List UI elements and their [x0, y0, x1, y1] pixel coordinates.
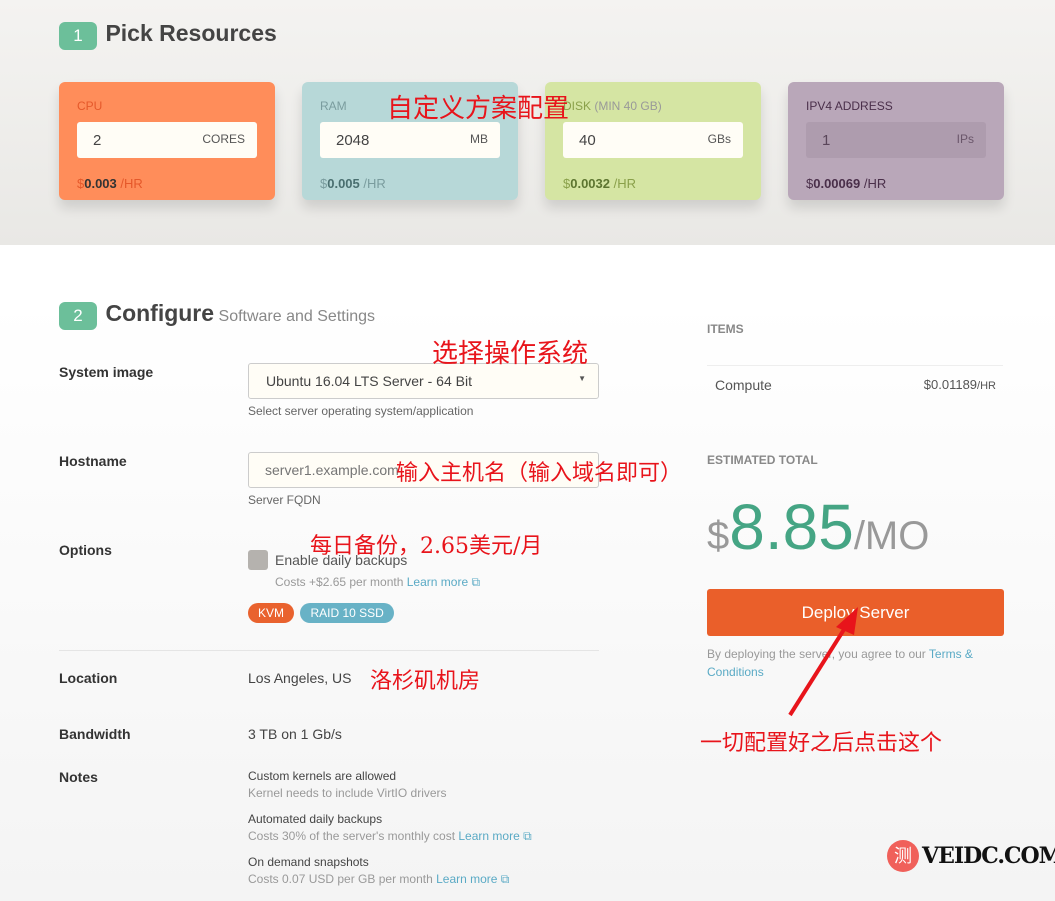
- note-desc: Costs 30% of the server's monthly cost L…: [248, 829, 532, 843]
- section-title: Pick Resources: [105, 20, 277, 46]
- card-label: IPV4 ADDRESS: [806, 99, 893, 113]
- learn-more-link[interactable]: Learn more: [407, 575, 468, 589]
- kvm-badge: KVM: [248, 603, 295, 623]
- cpu-price: $0.003 /HR: [77, 176, 143, 191]
- annotation: 选择操作系统: [432, 339, 589, 369]
- bandwidth-label: Bandwidth: [59, 726, 131, 742]
- bandwidth-value: 3 TB on 1 Gb/s: [248, 726, 342, 742]
- annotation: 自定义方案配置: [387, 94, 570, 124]
- compute-label: Compute: [715, 377, 772, 393]
- learn-more-link[interactable]: Learn more: [458, 829, 519, 843]
- note-title: Automated daily backups: [248, 812, 383, 826]
- daily-backups-checkbox[interactable]: [248, 550, 268, 570]
- chevron-down-icon: ▼: [578, 374, 586, 383]
- watermark-icon: 测: [887, 840, 919, 872]
- raid-badge: RAID 10 SSD: [300, 603, 394, 623]
- annotation: 每日备份，2.65美元/月: [310, 534, 543, 559]
- hostname-label: Hostname: [59, 453, 127, 469]
- estimated-total-label: ESTIMATED TOTAL: [707, 453, 818, 467]
- arrow-annotation-icon: [788, 607, 858, 717]
- ipv4-card: IPV4 ADDRESS 1 IPs $0.00069 /HR: [788, 82, 1004, 200]
- section-subtitle: Software and Settings: [218, 308, 376, 325]
- disk-card: DISK (MIN 40 GB) 40 GBs $0.0032 /HR: [545, 82, 761, 200]
- system-image-label: System image: [59, 364, 154, 380]
- notes-label: Notes: [59, 769, 98, 785]
- card-label: CPU: [77, 99, 103, 113]
- items-label: ITEMS: [707, 322, 744, 336]
- watermark-logo: 测 VEIDC.COM: [887, 840, 1055, 872]
- compute-price: $0.01189/HR: [923, 377, 996, 392]
- disk-price: $0.0032 /HR: [563, 176, 636, 191]
- notes-list: Custom kernels are allowed Kernel needs …: [248, 768, 532, 888]
- location-label: Location: [59, 670, 118, 686]
- step-number: 2: [59, 302, 97, 330]
- system-image-help: Select server operating system/applicati…: [248, 404, 474, 418]
- note-title: Custom kernels are allowed: [248, 769, 397, 783]
- section-title: Configure: [105, 300, 215, 326]
- ipv4-input[interactable]: 1 IPs: [806, 122, 986, 158]
- cpu-card: CPU 2 CORES $0.003 /HR: [59, 82, 275, 200]
- cpu-input[interactable]: 2 CORES: [77, 122, 257, 158]
- note-title: On demand snapshots: [248, 855, 369, 869]
- card-label: RAM: [320, 99, 347, 113]
- backup-cost: Costs +$2.65 per month Learn more ⧉: [275, 575, 481, 589]
- step2-heading: 2 Configure Software and Settings: [59, 300, 375, 330]
- watermark-text: VEIDC.COM: [922, 843, 1055, 869]
- note-desc: Kernel needs to include VirtIO drivers: [248, 786, 447, 800]
- divider: [707, 365, 1003, 366]
- step1-heading: 1 Pick Resources: [59, 20, 277, 50]
- note-desc: Costs 0.07 USD per GB per month Learn mo…: [248, 872, 510, 886]
- ram-input[interactable]: 2048 MB: [320, 122, 500, 158]
- hostname-help: Server FQDN: [248, 493, 321, 507]
- disk-input[interactable]: 40 GBs: [563, 122, 743, 158]
- external-link-icon: ⧉: [468, 575, 481, 589]
- divider: [59, 650, 599, 651]
- feature-badges: KVM RAID 10 SSD: [248, 603, 396, 623]
- estimated-total: $8.85/MO: [707, 491, 930, 563]
- ram-price: $0.005 /HR: [320, 176, 386, 191]
- annotation: 一切配置好之后点击这个: [700, 731, 943, 756]
- location-value: Los Angeles, US: [248, 670, 352, 686]
- options-label: Options: [59, 542, 112, 558]
- step-number: 1: [59, 22, 97, 50]
- annotation: 输入主机名（输入域名即可）: [396, 461, 683, 486]
- ipv4-price: $0.00069 /HR: [806, 176, 887, 191]
- annotation: 洛杉矶机房: [370, 669, 481, 694]
- card-label: DISK (MIN 40 GB): [563, 99, 662, 113]
- learn-more-link[interactable]: Learn more: [436, 872, 497, 886]
